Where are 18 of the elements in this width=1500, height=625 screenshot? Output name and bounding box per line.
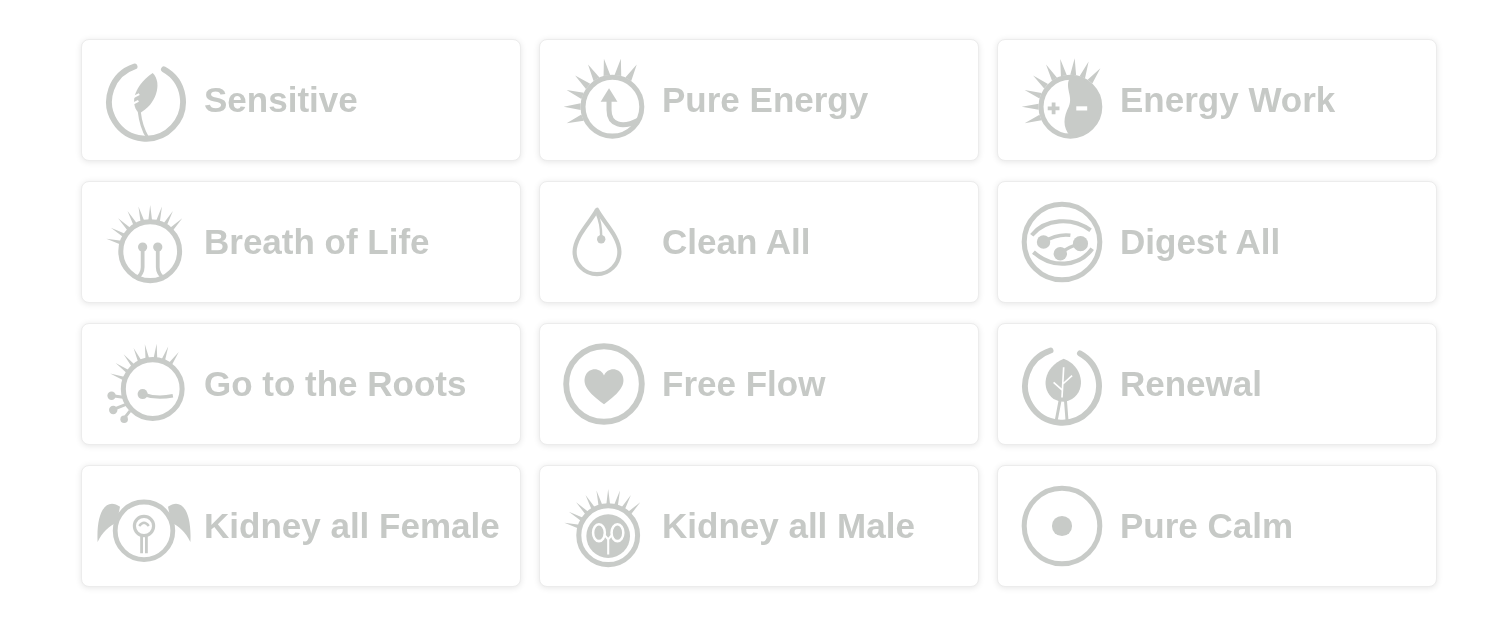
dot-circle-icon xyxy=(1020,484,1104,568)
option-button[interactable]: Energy Work xyxy=(997,39,1437,161)
option-button[interactable]: Digest All xyxy=(997,181,1437,303)
option-button[interactable]: Pure Calm xyxy=(997,465,1437,587)
option-button[interactable]: Sensitive xyxy=(81,39,521,161)
option-button[interactable]: Kidney all Male xyxy=(539,465,979,587)
option-button[interactable]: Renewal xyxy=(997,323,1437,445)
heart-circle-icon xyxy=(562,342,646,426)
sun-arrow-icon xyxy=(562,58,646,142)
option-button[interactable]: Clean All xyxy=(539,181,979,303)
option-button[interactable]: Breath of Life xyxy=(81,181,521,303)
option-button[interactable]: Pure Energy xyxy=(539,39,979,161)
swirl-circle-icon xyxy=(1020,200,1104,284)
option-button[interactable]: Free Flow xyxy=(539,323,979,445)
spiky-sprout-icon xyxy=(104,342,188,426)
option-button[interactable]: Kidney all Female xyxy=(81,465,521,587)
sun-plus-minus-icon xyxy=(1020,58,1104,142)
option-button[interactable]: Go to the Roots xyxy=(81,323,521,445)
